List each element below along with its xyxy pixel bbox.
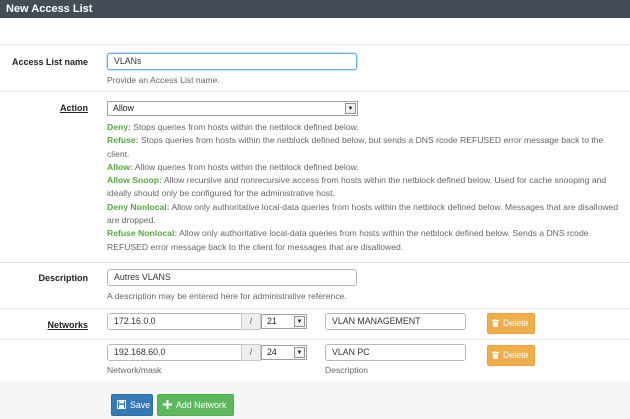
network-description-help: Description: [325, 365, 368, 375]
add-network-button[interactable]: Add Network: [157, 394, 234, 416]
name-row: Access List name VLANs Provide an Access…: [0, 46, 630, 92]
header-spacer: [0, 18, 630, 45]
description-help: A description may be entered here for ad…: [107, 291, 347, 301]
description-input[interactable]: Autres VLANS: [107, 269, 357, 286]
action-help-item: Allow Snoop: Allow recursive and nonrecu…: [107, 175, 607, 199]
form-footer: [0, 381, 630, 419]
network-input[interactable]: 192.168.60.0: [107, 344, 242, 361]
action-help-item: Refuse: Stops queries from hosts within …: [107, 135, 604, 159]
network-row: 192.168.60.0 / 24 ▼ VLAN PC Delete Netwo…: [0, 340, 630, 381]
save-label: Save: [130, 400, 151, 410]
description-label: Description: [38, 273, 88, 283]
trash-icon: [492, 319, 499, 327]
name-label: Access List name: [11, 57, 88, 67]
mask-select-value: 24: [267, 347, 277, 357]
mask-select-value: 21: [267, 316, 277, 326]
delete-network-button[interactable]: Delete: [487, 313, 535, 334]
network-input[interactable]: 172.16.0.0: [107, 313, 242, 330]
delete-label: Delete: [503, 350, 529, 360]
add-network-label: Add Network: [176, 400, 227, 410]
mask-select[interactable]: 21 ▼: [261, 314, 307, 329]
window-title: New Access List: [0, 0, 630, 18]
action-help-item: Deny: Stops queries from hosts within th…: [107, 122, 359, 132]
action-help-item: Refuse Nonlocal: Allow only authoritativ…: [107, 228, 589, 252]
action-select-value: Allow: [113, 103, 135, 113]
description-row: Description Autres VLANS A description m…: [0, 263, 630, 309]
action-help-item: Allow: Allow queries from hosts within t…: [107, 161, 359, 172]
chevron-down-icon: ▼: [294, 316, 305, 327]
chevron-down-icon: ▼: [294, 347, 305, 358]
network-mask-separator: /: [241, 344, 261, 361]
name-help: Provide an Access List name.: [107, 75, 220, 85]
floppy-disk-icon: [117, 400, 126, 409]
delete-network-button[interactable]: Delete: [487, 345, 535, 366]
chevron-down-icon: ▼: [345, 103, 356, 114]
network-description-input[interactable]: VLAN PC: [325, 344, 466, 361]
plus-icon: [163, 400, 172, 409]
access-list-name-input[interactable]: VLANs: [107, 53, 357, 70]
network-mask-separator: /: [241, 313, 261, 330]
save-button[interactable]: Save: [111, 394, 153, 416]
action-help-item: Deny Nonlocal: Allow only authoritative …: [107, 201, 619, 226]
mask-select[interactable]: 24 ▼: [261, 345, 307, 360]
network-description-input[interactable]: VLAN MANAGEMENT: [325, 313, 466, 330]
action-select[interactable]: Allow ▼: [107, 101, 358, 116]
network-help: Network/mask: [107, 365, 162, 375]
networks-label: Networks: [47, 320, 88, 330]
network-row: Networks 172.16.0.0 / 21 ▼ VLAN MANAGEME…: [0, 309, 630, 340]
action-row: Action Allow ▼ Deny: Stops queries from …: [0, 92, 630, 263]
action-help: Deny: Stops queries from hosts within th…: [107, 121, 627, 254]
trash-icon: [492, 351, 499, 359]
delete-label: Delete: [503, 318, 529, 328]
action-label: Action: [60, 103, 88, 113]
